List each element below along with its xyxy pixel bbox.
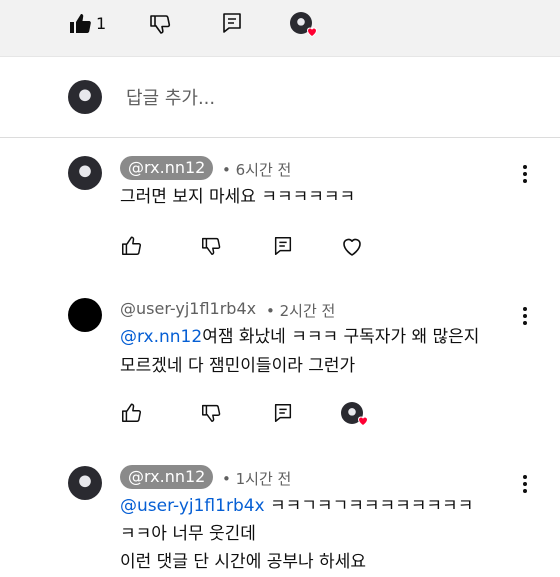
comment-line: 이런 댓글 단 시간에 공부나 하세요 [120,552,366,572]
more-options-icon[interactable] [523,307,527,328]
comment-line: 여잼 화났네 ㅋㅋㅋ 구독자가 왜 많은지 [202,327,480,347]
comment-body: @rx.nn12여잼 화났네 ㅋㅋㅋ 구독자가 왜 많은지 [120,323,479,352]
time-text: 6시간 전 [235,161,292,179]
comment-line: ㅋㅋㄱㅋㄱㅋㅋㅋㅋㅋㅋㅋㅋ [264,496,474,516]
comment-body: 그러면 보지 마세요 ㅋㅋㅋㅋㅋㅋ [120,187,356,207]
mention-link[interactable]: @user-yj1fl1rb4x [120,496,265,516]
comment-line: ㅋㅋ아 너무 웃긴데 [120,524,256,544]
like-icon[interactable] [120,402,142,424]
time-text: 1시간 전 [235,470,292,488]
heart-badge-icon [306,27,318,38]
like-count: 1 [96,14,107,33]
comment-line: 모르겠네 다 잼민이들이라 그런가 [120,356,356,376]
comment-action-bar: 1 [0,0,560,57]
more-options-icon[interactable] [523,165,527,186]
reply-icon[interactable] [272,235,294,257]
avatar[interactable] [68,156,102,190]
more-options-icon[interactable] [523,475,527,496]
heart-badge-icon [357,416,369,427]
author-handle[interactable]: @user-yj1fl1rb4x [120,299,256,318]
comment-body: @user-yj1fl1rb4x ㅋㅋㄱㅋㄱㅋㅋㅋㅋㅋㅋㅋㅋ [120,492,473,521]
reply-icon[interactable] [220,11,244,35]
author-handle[interactable]: @rx.nn12 [120,156,214,180]
current-user-avatar [68,80,102,114]
author-handle[interactable]: @rx.nn12 [120,465,214,489]
like-icon[interactable] [120,235,142,257]
heart-outline-icon[interactable] [340,235,364,259]
reply-icon[interactable] [272,402,294,424]
avatar[interactable] [68,298,102,332]
dislike-icon[interactable] [200,235,222,257]
comment-time: • 2시간 전 [266,302,336,320]
reply-input[interactable]: 답글 추가... [126,84,215,110]
time-text: 2시간 전 [279,302,336,320]
mention-link[interactable]: @rx.nn12 [120,327,202,347]
comment-time: • 1시간 전 [222,470,292,488]
comment-time: • 6시간 전 [222,161,292,179]
avatar[interactable] [68,466,102,500]
dislike-icon[interactable] [148,12,172,36]
like-filled-icon[interactable] [68,12,92,36]
dislike-icon[interactable] [200,402,222,424]
